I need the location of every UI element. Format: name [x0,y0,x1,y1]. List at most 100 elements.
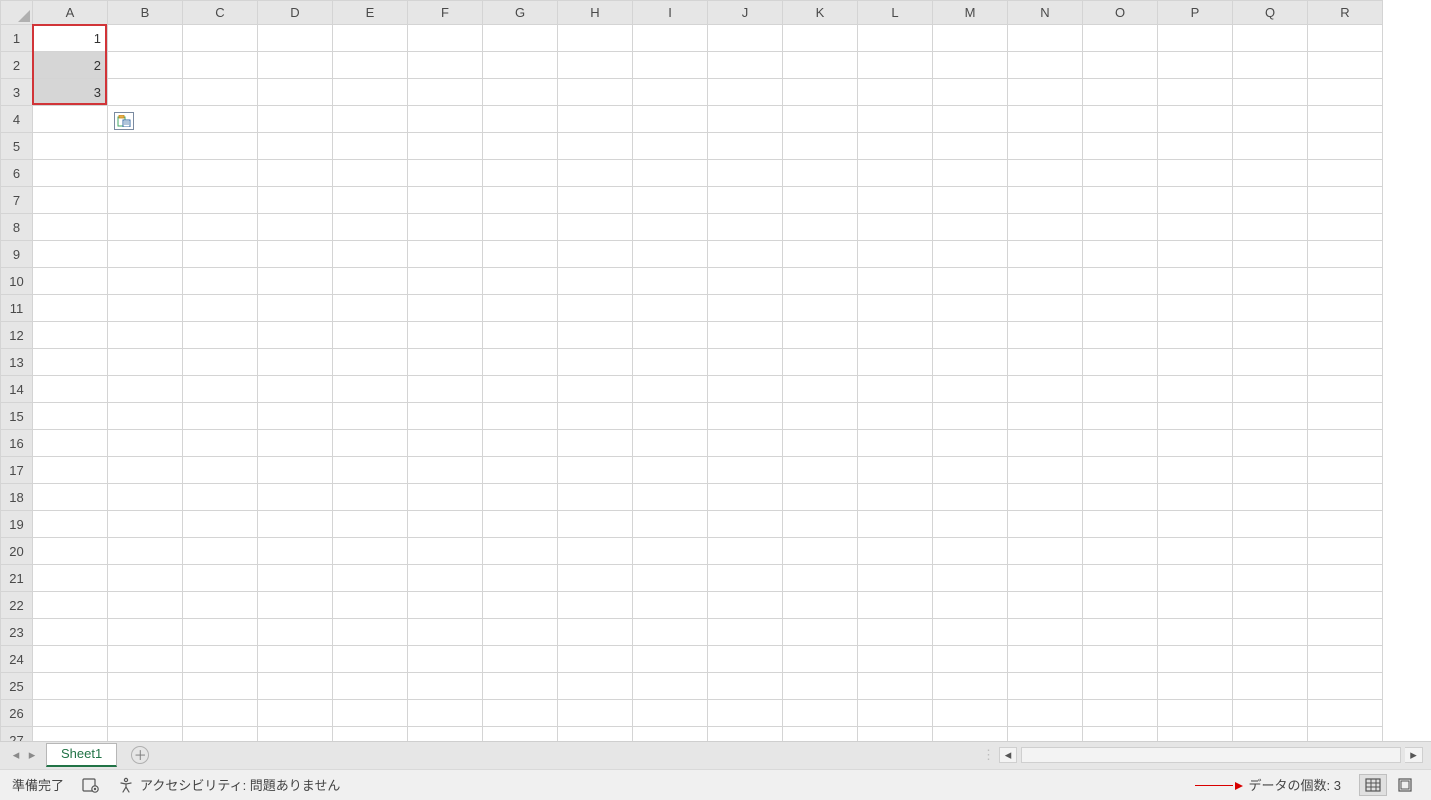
cell-J3[interactable] [708,79,783,106]
row-header-21[interactable]: 21 [1,565,33,592]
cell-J11[interactable] [708,295,783,322]
cell-N19[interactable] [1008,511,1083,538]
cell-M9[interactable] [933,241,1008,268]
row-header-23[interactable]: 23 [1,619,33,646]
cell-J15[interactable] [708,403,783,430]
cell-D16[interactable] [258,430,333,457]
cell-F16[interactable] [408,430,483,457]
cell-O5[interactable] [1083,133,1158,160]
cell-K10[interactable] [783,268,858,295]
cell-A18[interactable] [33,484,108,511]
cell-F15[interactable] [408,403,483,430]
cell-H19[interactable] [558,511,633,538]
cell-N5[interactable] [1008,133,1083,160]
cell-I20[interactable] [633,538,708,565]
cell-L12[interactable] [858,322,933,349]
cell-M5[interactable] [933,133,1008,160]
cell-H2[interactable] [558,52,633,79]
cell-M17[interactable] [933,457,1008,484]
cell-K3[interactable] [783,79,858,106]
cell-I18[interactable] [633,484,708,511]
cell-Q27[interactable] [1233,727,1308,742]
cell-A19[interactable] [33,511,108,538]
cell-K25[interactable] [783,673,858,700]
cell-L2[interactable] [858,52,933,79]
cell-J2[interactable] [708,52,783,79]
cell-A5[interactable] [33,133,108,160]
row-header-24[interactable]: 24 [1,646,33,673]
cell-O10[interactable] [1083,268,1158,295]
cell-D20[interactable] [258,538,333,565]
cell-R20[interactable] [1308,538,1383,565]
cell-M8[interactable] [933,214,1008,241]
cell-M12[interactable] [933,322,1008,349]
cell-E3[interactable] [333,79,408,106]
cell-E14[interactable] [333,376,408,403]
cell-M20[interactable] [933,538,1008,565]
cell-B24[interactable] [108,646,183,673]
column-header-Q[interactable]: Q [1233,1,1308,25]
cell-N13[interactable] [1008,349,1083,376]
cell-L14[interactable] [858,376,933,403]
cell-F1[interactable] [408,25,483,52]
cell-G10[interactable] [483,268,558,295]
cell-O23[interactable] [1083,619,1158,646]
cell-B22[interactable] [108,592,183,619]
cell-R4[interactable] [1308,106,1383,133]
column-header-H[interactable]: H [558,1,633,25]
cell-L6[interactable] [858,160,933,187]
cell-P21[interactable] [1158,565,1233,592]
cell-N10[interactable] [1008,268,1083,295]
cell-G6[interactable] [483,160,558,187]
cell-A7[interactable] [33,187,108,214]
cell-D3[interactable] [258,79,333,106]
cell-G14[interactable] [483,376,558,403]
cell-O15[interactable] [1083,403,1158,430]
cell-J8[interactable] [708,214,783,241]
cell-C13[interactable] [183,349,258,376]
cell-A3[interactable]: 3 [33,79,108,106]
cell-M19[interactable] [933,511,1008,538]
row-header-15[interactable]: 15 [1,403,33,430]
cell-R3[interactable] [1308,79,1383,106]
cell-Q15[interactable] [1233,403,1308,430]
cell-J27[interactable] [708,727,783,742]
cell-K2[interactable] [783,52,858,79]
cell-B19[interactable] [108,511,183,538]
cell-Q18[interactable] [1233,484,1308,511]
cell-H17[interactable] [558,457,633,484]
cell-E13[interactable] [333,349,408,376]
cell-I8[interactable] [633,214,708,241]
cell-O8[interactable] [1083,214,1158,241]
cell-B18[interactable] [108,484,183,511]
cell-E4[interactable] [333,106,408,133]
cell-C18[interactable] [183,484,258,511]
cell-O3[interactable] [1083,79,1158,106]
row-header-27[interactable]: 27 [1,727,33,742]
cell-G11[interactable] [483,295,558,322]
row-header-14[interactable]: 14 [1,376,33,403]
cell-M6[interactable] [933,160,1008,187]
cell-H13[interactable] [558,349,633,376]
cell-N3[interactable] [1008,79,1083,106]
row-header-9[interactable]: 9 [1,241,33,268]
cell-J24[interactable] [708,646,783,673]
cell-C16[interactable] [183,430,258,457]
cell-Q13[interactable] [1233,349,1308,376]
cell-N7[interactable] [1008,187,1083,214]
cell-G15[interactable] [483,403,558,430]
cell-D22[interactable] [258,592,333,619]
cell-B14[interactable] [108,376,183,403]
cell-E23[interactable] [333,619,408,646]
cell-K11[interactable] [783,295,858,322]
cell-Q3[interactable] [1233,79,1308,106]
cell-Q5[interactable] [1233,133,1308,160]
cell-G12[interactable] [483,322,558,349]
cell-I11[interactable] [633,295,708,322]
cell-I24[interactable] [633,646,708,673]
cell-L26[interactable] [858,700,933,727]
row-header-7[interactable]: 7 [1,187,33,214]
cell-J26[interactable] [708,700,783,727]
cell-F3[interactable] [408,79,483,106]
row-header-11[interactable]: 11 [1,295,33,322]
